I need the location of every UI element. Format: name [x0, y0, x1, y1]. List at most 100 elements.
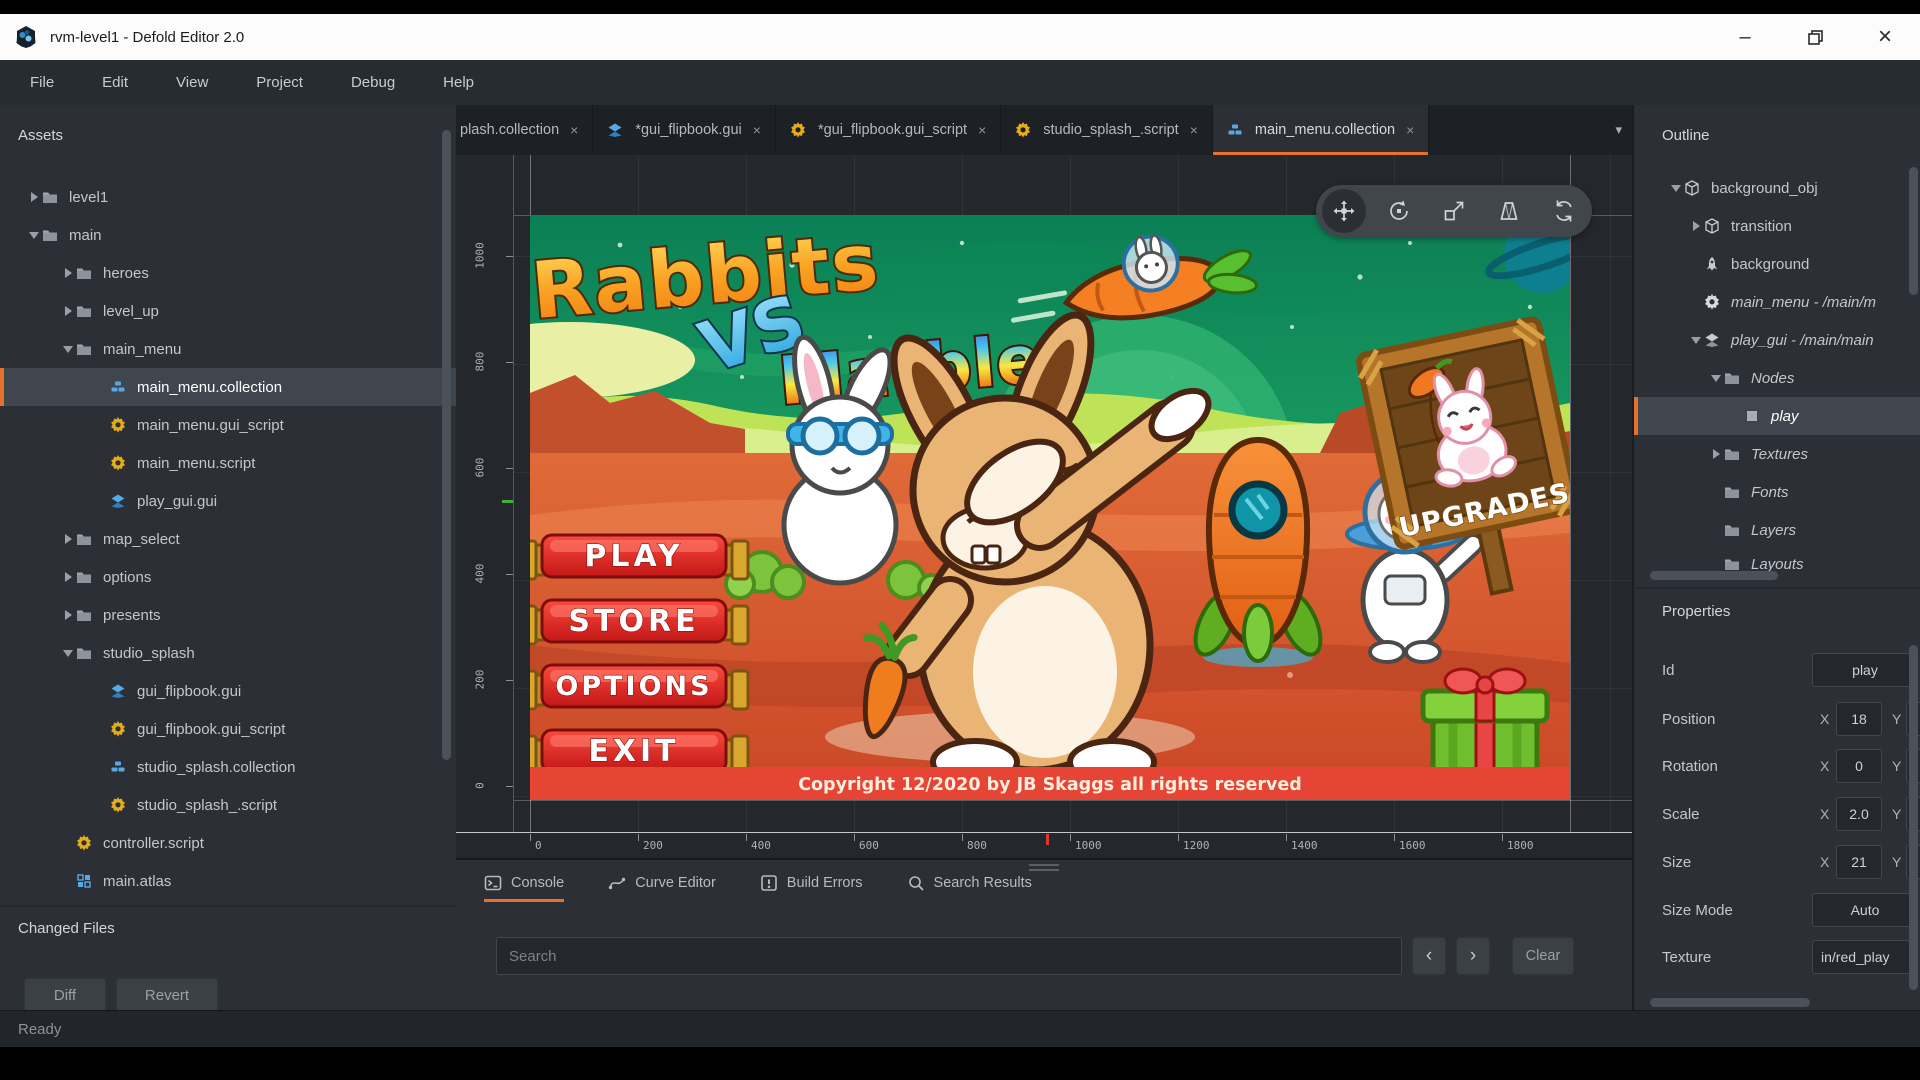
tree-item-options[interactable]: options: [0, 558, 456, 596]
tree-item-main[interactable]: main: [0, 216, 456, 254]
menu-project[interactable]: Project: [232, 60, 327, 105]
search-prev-button[interactable]: ‹: [1412, 937, 1446, 975]
tree-item-gui-flipbook-gui[interactable]: gui_flipbook.gui: [0, 672, 456, 710]
expander-icon[interactable]: [1668, 185, 1684, 192]
tree-item-main-menu-script[interactable]: main_menu.script: [0, 444, 456, 482]
expander-icon[interactable]: [1708, 375, 1724, 382]
properties-vertical-scrollbar[interactable]: [1909, 645, 1918, 990]
tab-search-results[interactable]: Search Results: [907, 874, 1032, 902]
move-tool-button[interactable]: [1322, 189, 1366, 233]
outline-item-background[interactable]: background: [1634, 245, 1920, 283]
id-field[interactable]: play: [1812, 653, 1918, 687]
menu-view[interactable]: View: [152, 60, 232, 105]
outline-item-background-obj[interactable]: background_obj: [1634, 169, 1920, 207]
splitter-handle-icon[interactable]: [1029, 864, 1059, 874]
outline-horizontal-scrollbar[interactable]: [1650, 571, 1778, 580]
outline-item-main-menu-script-ref[interactable]: main_menu - /main/m: [1634, 283, 1920, 321]
tab-close-icon[interactable]: ×: [1406, 122, 1414, 138]
outline-item-textures[interactable]: Textures: [1634, 435, 1920, 473]
outline-item-transition[interactable]: transition: [1634, 207, 1920, 245]
expander-icon[interactable]: [60, 610, 76, 620]
menu-edit[interactable]: Edit: [78, 60, 152, 105]
tree-item-controller-script[interactable]: controller.script: [0, 824, 456, 862]
properties-horizontal-scrollbar[interactable]: [1650, 998, 1810, 1007]
scale-x-field[interactable]: 2.0: [1836, 797, 1882, 831]
tab-close-icon[interactable]: ×: [1190, 122, 1198, 138]
refresh-tool-button[interactable]: [1542, 189, 1586, 233]
texture-field[interactable]: in/red_play: [1812, 940, 1918, 974]
expander-icon[interactable]: [1688, 221, 1704, 231]
expander-icon[interactable]: [60, 572, 76, 582]
search-next-button[interactable]: ›: [1456, 937, 1490, 975]
minimize-button[interactable]: –: [1710, 14, 1780, 60]
expander-icon[interactable]: [1708, 449, 1724, 459]
expander-icon[interactable]: [60, 534, 76, 544]
tab-build-errors[interactable]: Build Errors: [760, 874, 863, 902]
tab-gui-flipbook-gui[interactable]: *gui_flipbook.gui ×: [593, 105, 776, 155]
outline-item-layers[interactable]: Layers: [1634, 511, 1920, 549]
tree-item-main-menu-collection[interactable]: main_menu.collection: [0, 368, 456, 406]
svg-text:PLAY: PLAY: [584, 539, 683, 574]
tree-item-level1[interactable]: level1: [0, 178, 456, 216]
outline-item-nodes[interactable]: Nodes: [1634, 359, 1920, 397]
assets-scrollbar[interactable]: [442, 130, 451, 760]
tab-splash-collection[interactable]: plash.collection ×: [456, 105, 593, 155]
size-x-field[interactable]: 21: [1836, 845, 1882, 879]
position-x-field[interactable]: 18: [1836, 702, 1882, 736]
scale-tool-button[interactable]: [1432, 189, 1476, 233]
tree-item-gui-flipbook-gui-script[interactable]: gui_flipbook.gui_script: [0, 710, 456, 748]
expander-icon[interactable]: [60, 268, 76, 278]
diff-button[interactable]: Diff: [24, 978, 106, 1010]
search-input[interactable]: [496, 937, 1402, 975]
expander-icon[interactable]: [26, 192, 42, 202]
tab-curve-editor[interactable]: Curve Editor: [608, 874, 716, 902]
rotation-x-field[interactable]: 0: [1836, 749, 1882, 783]
outline-item-play[interactable]: play: [1634, 397, 1920, 435]
close-button[interactable]: ×: [1850, 14, 1920, 60]
expander-icon[interactable]: [60, 346, 76, 353]
tree-item-heroes[interactable]: heroes: [0, 254, 456, 292]
frustum-tool-button[interactable]: [1487, 189, 1531, 233]
expander-icon[interactable]: [1688, 337, 1704, 344]
tab-console[interactable]: Console: [484, 874, 564, 902]
menu-help[interactable]: Help: [419, 60, 498, 105]
tree-item-studio-splash-collection[interactable]: studio_splash.collection: [0, 748, 456, 786]
tree-item-presents[interactable]: presents: [0, 596, 456, 634]
outline-vertical-scrollbar[interactable]: [1909, 167, 1918, 295]
tab-gui-flipbook-gui-script[interactable]: *gui_flipbook.gui_script ×: [776, 105, 1001, 155]
tree-item-level-up[interactable]: level_up: [0, 292, 456, 330]
rotate-tool-button[interactable]: [1377, 189, 1421, 233]
restore-button[interactable]: [1780, 14, 1850, 60]
tree-item-main-atlas[interactable]: main.atlas: [0, 862, 456, 900]
clear-button[interactable]: Clear: [1512, 937, 1574, 975]
menu-debug[interactable]: Debug: [327, 60, 419, 105]
revert-button[interactable]: Revert: [116, 978, 218, 1010]
menu-file[interactable]: File: [0, 60, 78, 105]
tab-main-menu-collection[interactable]: main_menu.collection ×: [1213, 105, 1429, 155]
tab-close-icon[interactable]: ×: [570, 122, 578, 138]
expander-icon[interactable]: [60, 650, 76, 657]
gear-icon: [110, 721, 130, 737]
tree-item-studio-splash-script[interactable]: studio_splash_.script: [0, 786, 456, 824]
game-store-button[interactable]: STORE: [530, 600, 748, 644]
tree-item-play-gui-gui[interactable]: play_gui.gui: [0, 482, 456, 520]
folder-icon: [1724, 484, 1744, 500]
tab-close-icon[interactable]: ×: [978, 122, 986, 138]
game-play-button[interactable]: PLAY: [530, 535, 748, 579]
outline-item-fonts[interactable]: Fonts: [1634, 473, 1920, 511]
gui-icon: [110, 683, 130, 699]
outline-item-play-gui[interactable]: play_gui - /main/main: [1634, 321, 1920, 359]
game-scene-render[interactable]: Rabbits VS Marblez: [530, 215, 1570, 800]
scene-viewport[interactable]: Rabbits VS Marblez: [456, 155, 1632, 858]
tab-overflow-icon[interactable]: ▾: [1615, 105, 1622, 155]
tab-close-icon[interactable]: ×: [753, 122, 761, 138]
game-options-button[interactable]: OPTIONS: [530, 665, 748, 709]
tab-studio-splash-script[interactable]: studio_splash_.script ×: [1001, 105, 1213, 155]
expander-icon[interactable]: [60, 306, 76, 316]
size-mode-select[interactable]: Auto: [1812, 893, 1918, 927]
tree-item-map-select[interactable]: map_select: [0, 520, 456, 558]
tree-item-main-menu[interactable]: main_menu: [0, 330, 456, 368]
expander-icon[interactable]: [26, 232, 42, 239]
tree-item-studio-splash[interactable]: studio_splash: [0, 634, 456, 672]
tree-item-main-menu-gui-script[interactable]: main_menu.gui_script: [0, 406, 456, 444]
